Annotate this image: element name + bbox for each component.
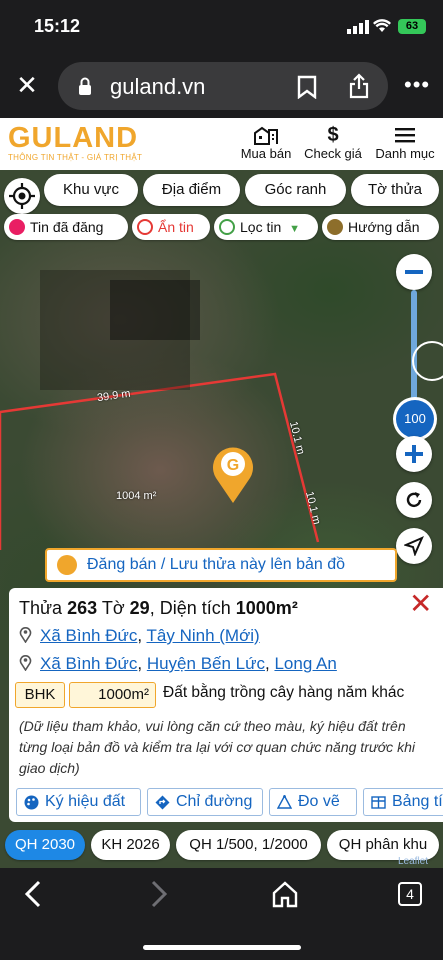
- tabs-button[interactable]: 4: [398, 882, 422, 906]
- chip-tin-da-dang[interactable]: Tin đã đăng: [4, 214, 128, 240]
- building-icon: [238, 124, 294, 146]
- parcel-info-card: Thửa 263 Tờ 29, Diện tích 1000m² ✕ Xã Bì…: [9, 588, 443, 822]
- back-icon[interactable]: [22, 880, 44, 908]
- link-commune[interactable]: Xã Bình Đức: [40, 626, 137, 645]
- chip-kh-2026[interactable]: KH 2026: [91, 830, 170, 860]
- chip-huong-dan[interactable]: Hướng dẫn: [322, 214, 439, 240]
- directions-button[interactable]: Chỉ đường: [147, 788, 263, 816]
- parcel-area-label: 1004 m²: [116, 490, 157, 502]
- wifi-icon: [373, 19, 391, 37]
- home-indicator: [143, 945, 301, 950]
- more-icon[interactable]: •••: [404, 72, 430, 98]
- chevron-down-icon: ▼: [289, 223, 301, 235]
- address-new: Xã Bình Đức, Tây Ninh (Mới): [19, 626, 260, 646]
- chip-to-thua[interactable]: Tờ thửa: [351, 174, 439, 206]
- palette-icon: [24, 795, 39, 810]
- url-text: guland.vn: [110, 74, 206, 99]
- table-button[interactable]: Bảng tính: [363, 788, 443, 816]
- link-province[interactable]: Tây Ninh (Mới): [147, 626, 260, 645]
- land-code-badge: BHK: [15, 682, 65, 708]
- table-icon: [371, 796, 386, 809]
- logo[interactable]: GULAND THÔNG TIN THẬT - GIÁ TRỊ THẬT: [8, 124, 142, 163]
- chip-qh-500-2000[interactable]: QH 1/500, 1/2000: [176, 830, 321, 860]
- map-pin-icon: [219, 219, 235, 235]
- land-description: Đất bằng trồng cây hàng năm khác: [163, 684, 405, 701]
- map-pin-icon: [19, 655, 32, 671]
- chip-goc-ranh[interactable]: Góc ranh: [245, 174, 346, 206]
- chip-qh-2030[interactable]: QH 2030: [5, 830, 85, 860]
- home-icon[interactable]: [272, 880, 298, 908]
- menu-icon: [372, 124, 438, 146]
- status-bar: 15:12 63: [0, 0, 443, 54]
- map-view[interactable]: Khu vực Địa điểm Góc ranh Tờ thửa Tin đã…: [0, 170, 443, 868]
- leaflet-attribution[interactable]: Leaflet: [398, 856, 428, 867]
- navigate-icon[interactable]: [396, 528, 432, 564]
- forward-icon[interactable]: [148, 880, 170, 908]
- map-pin-icon: [19, 627, 32, 643]
- land-area-badge: 1000m²: [69, 682, 156, 708]
- measure-icon: [277, 795, 292, 809]
- nav-check-gia[interactable]: $ Check giá: [302, 123, 364, 162]
- location-pin-icon[interactable]: G: [208, 440, 258, 504]
- bookmark-icon[interactable]: [296, 75, 318, 99]
- measure-button[interactable]: Đo vẽ: [269, 788, 357, 816]
- battery-icon: 63: [398, 19, 426, 34]
- browser-toolbar: ✕ guland.vn •••: [0, 54, 443, 118]
- browser-bottom-bar: 4: [0, 868, 443, 960]
- zoom-out-button[interactable]: [396, 254, 432, 290]
- close-icon[interactable]: ✕: [14, 72, 40, 98]
- chip-an-tin[interactable]: Ẩn tin: [132, 214, 210, 240]
- guland-icon: [57, 555, 77, 575]
- save-parcel-banner[interactable]: Đăng bán / Lưu thửa này lên bản đồ: [45, 548, 397, 582]
- signal-icon: [347, 20, 369, 34]
- land-symbol-button[interactable]: Ký hiệu đất: [16, 788, 141, 816]
- plan-chips: QH 2030 KH 2026 QH 1/500, 1/2000 QH phân…: [0, 828, 443, 862]
- refresh-icon[interactable]: [396, 482, 432, 518]
- close-card-icon[interactable]: ✕: [409, 590, 433, 618]
- clock: 15:12: [34, 16, 81, 36]
- zoom-level: 100: [396, 400, 434, 438]
- parcel-title: Thửa 263 Tờ 29, Diện tích 1000m²: [19, 598, 298, 618]
- hide-icon: [137, 219, 153, 235]
- dollar-icon: $: [327, 123, 339, 146]
- locate-icon[interactable]: [4, 178, 40, 214]
- link-commune-old[interactable]: Xã Bình Đức: [40, 654, 137, 673]
- address-old: Xã Bình Đức, Huyện Bến Lức, Long An: [19, 654, 337, 674]
- help-icon: [327, 219, 343, 235]
- chip-dia-diem[interactable]: Địa điểm: [143, 174, 240, 206]
- link-province-old[interactable]: Long An: [274, 654, 336, 673]
- directions-icon: [155, 795, 170, 810]
- address-bar[interactable]: guland.vn: [58, 62, 388, 110]
- nav-danh-muc[interactable]: Danh mục: [372, 124, 438, 161]
- zoom-slider[interactable]: [411, 290, 417, 400]
- site-header: GULAND THÔNG TIN THẬT - GIÁ TRỊ THẬT Mua…: [0, 118, 443, 170]
- nav-mua-ban[interactable]: Mua bán: [238, 124, 294, 161]
- lock-icon: [79, 77, 91, 95]
- share-icon[interactable]: [348, 73, 370, 99]
- disclaimer: (Dữ liệu tham khảo, vui lòng căn cứ theo…: [19, 718, 415, 776]
- link-district[interactable]: Huyện Bến Lức: [147, 654, 265, 673]
- posted-icon: [9, 219, 25, 235]
- chip-loc-tin[interactable]: Lọc tin ▼: [214, 214, 318, 240]
- chip-khu-vuc[interactable]: Khu vực: [44, 174, 138, 206]
- svg-text:G: G: [227, 457, 239, 474]
- zoom-in-button[interactable]: [396, 436, 432, 472]
